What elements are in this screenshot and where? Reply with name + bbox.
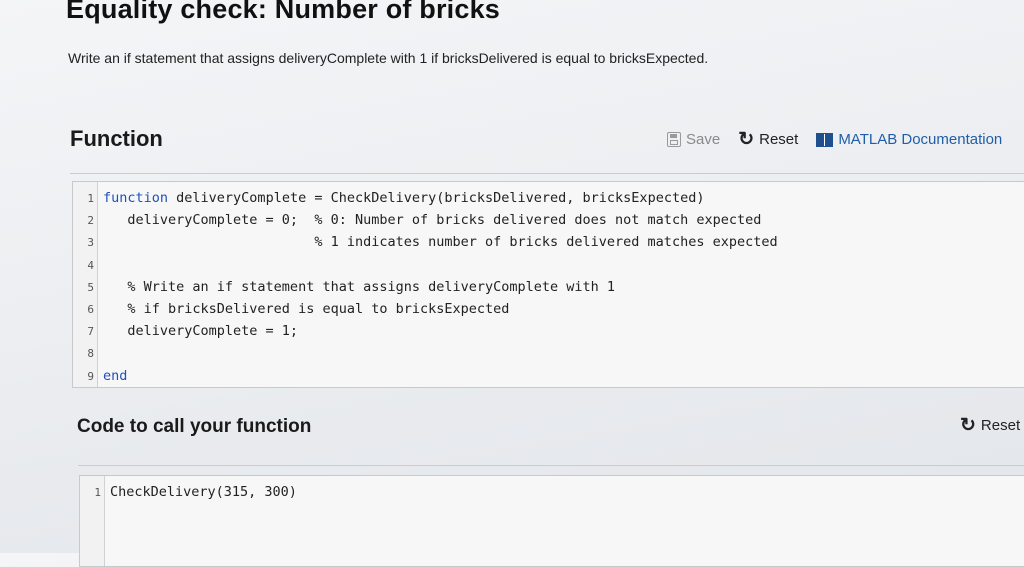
call-section-title: Code to call your function	[77, 416, 312, 437]
code-line: % if bricksDelivered is equal to bricksE…	[103, 301, 509, 317]
line-number: 9	[87, 369, 94, 383]
reset-icon: ↻	[738, 129, 755, 150]
code-text: % if bricksDelivered is equal to bricksE…	[103, 301, 510, 317]
code-keyword: function	[103, 190, 169, 206]
code-line: function deliveryComplete = CheckDeliver…	[103, 190, 704, 206]
save-icon	[667, 132, 681, 147]
code-line: deliveryComplete = 0; % 0: Number of bri…	[103, 212, 761, 228]
code-text: deliveryComplete = CheckDelivery(bricksD…	[168, 190, 705, 206]
editor-toolbar: Save ↻ Reset MATLAB Documentation	[667, 130, 1002, 149]
line-number: 8	[87, 347, 94, 361]
line-number: 3	[87, 236, 94, 250]
code-line: % 1 indicates number of bricks delivered…	[103, 234, 778, 251]
code-text: CheckDelivery(315, 300)	[110, 484, 297, 500]
line-number: 1	[87, 192, 94, 205]
section-divider	[78, 465, 1024, 466]
code-line: % Write an if statement that assigns del…	[103, 279, 615, 295]
save-label: Save	[686, 131, 721, 148]
page-title: Equality check: Number of bricks	[66, 0, 501, 24]
call-reset-label: Reset	[980, 417, 1021, 434]
code-line: deliveryComplete = 1;	[103, 323, 298, 339]
reset-button[interactable]: ↻ Reset	[738, 130, 798, 149]
code-line: end	[103, 368, 127, 384]
reset-icon: ↻	[960, 415, 976, 436]
book-icon	[816, 132, 834, 147]
code-text: deliveryComplete = 1;	[103, 323, 299, 340]
call-code-editor[interactable]: 1 CheckDelivery(315, 300)	[79, 475, 1024, 567]
code-text: % 1 indicates number of bricks delivered…	[103, 234, 778, 251]
save-button[interactable]: Save	[667, 131, 720, 148]
reset-label: Reset	[759, 131, 799, 148]
instructions-text: Write an if statement that assigns deliv…	[68, 50, 709, 66]
docs-label: MATLAB Documentation	[838, 131, 1003, 148]
call-reset-button[interactable]: ↻ Reset	[960, 416, 1020, 435]
code-line: CheckDelivery(315, 300)	[110, 484, 297, 500]
line-number: 2	[87, 214, 94, 228]
matlab-documentation-link[interactable]: MATLAB Documentation	[816, 131, 1002, 148]
function-section-title: Function	[70, 126, 163, 151]
section-divider	[70, 173, 1024, 174]
code-text: % Write an if statement that assigns del…	[103, 278, 616, 295]
code-keyword: end	[103, 367, 128, 384]
line-number: 6	[87, 303, 94, 316]
line-number: 7	[87, 325, 94, 339]
line-number: 5	[87, 280, 94, 294]
line-number: 4	[87, 258, 94, 272]
line-number: 1	[94, 486, 101, 499]
function-code-editor[interactable]: 1 function deliveryComplete = CheckDelive…	[72, 181, 1024, 388]
code-text: deliveryComplete = 0; % 0: Number of bri…	[103, 212, 762, 229]
